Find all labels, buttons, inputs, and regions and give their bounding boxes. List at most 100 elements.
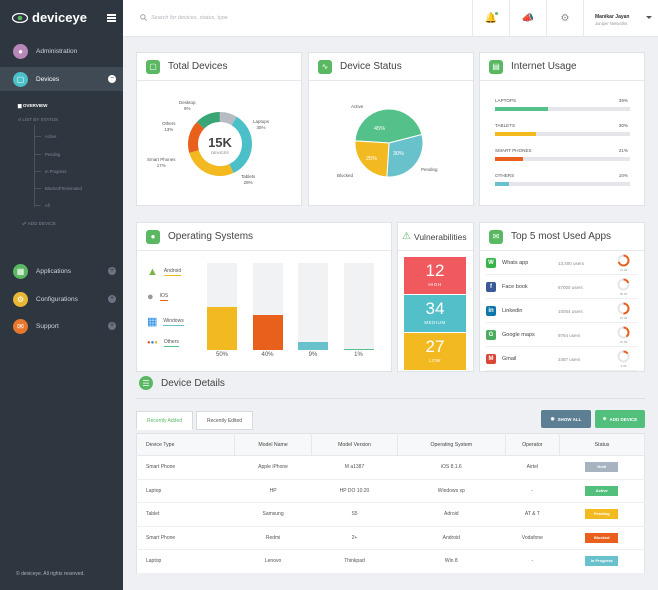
eye-logo-icon [12,12,28,23]
pie-pct-blocked: 25% [366,156,378,162]
bar-label: 40% [261,352,274,358]
gear-icon: ⚙ [560,13,570,24]
app-name: Face book [502,284,528,290]
list-icon: ☰ [139,376,153,390]
applications-icon: ▦ [13,263,28,279]
devices-icon: ▢ [13,71,28,87]
table-cell: iOS 8.1.6 [397,455,506,480]
card-title: Internet Usage [511,61,577,72]
app-row[interactable]: in Linkedin 10054 users 15.08 [486,300,638,323]
app-users: 2487 users [558,356,581,362]
face-book-icon: f [486,282,496,292]
internet-usage-card: ▤ Internet Usage LAPTOPS 39% TABLETS 30% … [479,52,645,206]
donut-slice-smart-phones[interactable] [188,121,205,153]
operating-systems-card: ● Operating Systems ▲ Android ● IOS ▦ Window… [136,222,392,372]
column-header[interactable]: Operator [505,433,561,456]
app-row[interactable]: f Face book 67000 users 90.00 [486,276,638,299]
linkedin-icon: in [486,306,496,316]
sidebar-status-pending[interactable]: Pending [45,152,60,157]
user-name: Manikar Jayan [595,14,630,20]
tab-recently-added[interactable]: Recently Added [136,411,193,430]
column-header[interactable]: Operating System [397,433,506,456]
donut-slice-others[interactable] [196,112,221,130]
column-header[interactable]: Model Version [311,433,398,456]
table-cell: Smart Phone [136,455,235,480]
table-row[interactable]: Tablet Samsung S5 Adroid AT & T Pending [136,502,645,527]
usage-pct: 30% [618,123,628,128]
column-header[interactable]: Device Type [136,433,236,456]
bar-track [207,263,237,350]
google-maps-icon: G [486,330,496,340]
show-all-button[interactable]: ◉ SHOW ALL [541,410,591,428]
column-header[interactable]: Status [559,433,645,456]
search-input[interactable]: Search for devices, status, type [140,14,228,21]
sidebar-item-devices[interactable]: ▢ Devices − [0,67,123,91]
chevron-down-icon[interactable] [646,16,652,19]
sidebar-status-blocked[interactable]: Blocked/Terminated [45,186,82,191]
device-status-card: ∿ Device Status Active Pending Blocked 45… [308,52,474,206]
table-row[interactable]: Smart Phone Apple iPhone M a1387 iOS 8.1.6 A… [136,455,645,480]
sidebar-status-active[interactable]: Active [45,134,56,139]
others-dots-icon: ●●● [147,340,158,346]
vuln-medium[interactable]: 34 MEDIUM [404,295,466,332]
donut-slice-desktop[interactable] [219,112,237,126]
ring-label: 90.00 [619,292,628,296]
expand-icon[interactable]: + [108,267,116,275]
sidebar-item-applications[interactable]: ▦ Applications + [0,259,123,283]
bar-android[interactable] [207,306,237,350]
donut-label-laptops: Laptops 35% [253,119,270,130]
table-cell: Smart Phone [136,526,235,550]
usage-pct: 10% [618,173,628,178]
tab-recently-edited[interactable]: Recently Edited [196,411,253,430]
table-row[interactable]: Smart Phone Redmi 2+ Android Vodafone Blocked [136,526,645,550]
donut-center-label: DEVICES [211,150,229,155]
app-logo[interactable]: deviceye [12,10,87,25]
donut-label-others: Others 13% [162,121,176,132]
menu-toggle-icon[interactable] [107,14,116,22]
app-row[interactable]: M Gmail 2487 users 9.08 [486,348,638,371]
app-row[interactable]: G Google maps 9784 users 20.08 [486,324,638,347]
vuln-high[interactable]: 12 HIGH [404,257,466,294]
warning-icon: ⚠ [402,231,411,242]
vuln-low[interactable]: 27 LOW [404,333,466,370]
sidebar-item-support[interactable]: ✉ Support + [0,314,123,338]
table-row[interactable]: Laptop HP HP DO 10:20 Windows xp - Active [136,479,645,503]
table-cell: - [505,549,560,574]
ring-label: 9.08 [620,364,627,368]
usage-bar-track [495,182,630,186]
sidebar-item-administration[interactable]: ● Administration [0,39,123,63]
bar-others[interactable] [343,349,374,350]
sidebar-status-in-progress[interactable]: In Progress [45,169,66,174]
status-badge: In Progress [585,556,619,567]
sidebar-sub-list-by-status[interactable]: ☌ LIST BY STATUS [18,117,58,123]
app-users: 67000 users [558,284,583,290]
usage-ring [617,350,630,363]
pie-pct-pending: 30% [393,151,405,157]
collapse-icon[interactable]: − [108,75,116,83]
android-icon: ● [146,229,160,244]
bar-ios[interactable] [252,315,283,350]
notifications-button[interactable]: 🔔 [472,0,509,37]
table-cell: HP [234,479,312,503]
sidebar-sub-add-device[interactable]: ☍ ADD DEVICE [22,221,56,227]
usage-ring [617,302,630,315]
sidebar-status-all[interactable]: All [45,203,50,208]
usage-pct: 39% [618,98,628,103]
bar-windows[interactable] [298,342,328,350]
status-badge: Hold [585,462,619,473]
column-header[interactable]: Model Name [234,433,313,456]
table-row[interactable]: Laptop Lenovo Thinkpad Win 8- In Progress [136,549,645,574]
expand-icon[interactable]: + [108,295,116,303]
sidebar-sub-overview[interactable]: ▆ OVERVIEW [18,103,48,109]
chat-icon: ✉ [489,229,503,244]
announcements-button[interactable]: 📣 [509,0,546,37]
expand-icon[interactable]: + [108,322,116,330]
table-cell: Laptop [136,479,235,503]
sidebar-item-configurations[interactable]: ⚙ Configurations + [0,287,123,311]
bar-label: 9% [308,352,318,358]
add-device-button[interactable]: ⊕ ADD DEVICE [595,410,645,428]
app-row[interactable]: W Whats app 13,400 users 12.08 [486,252,638,275]
whats-app-icon: W [486,258,496,268]
settings-button[interactable]: ⚙ [546,0,583,37]
section-title: Device Details [161,377,225,389]
